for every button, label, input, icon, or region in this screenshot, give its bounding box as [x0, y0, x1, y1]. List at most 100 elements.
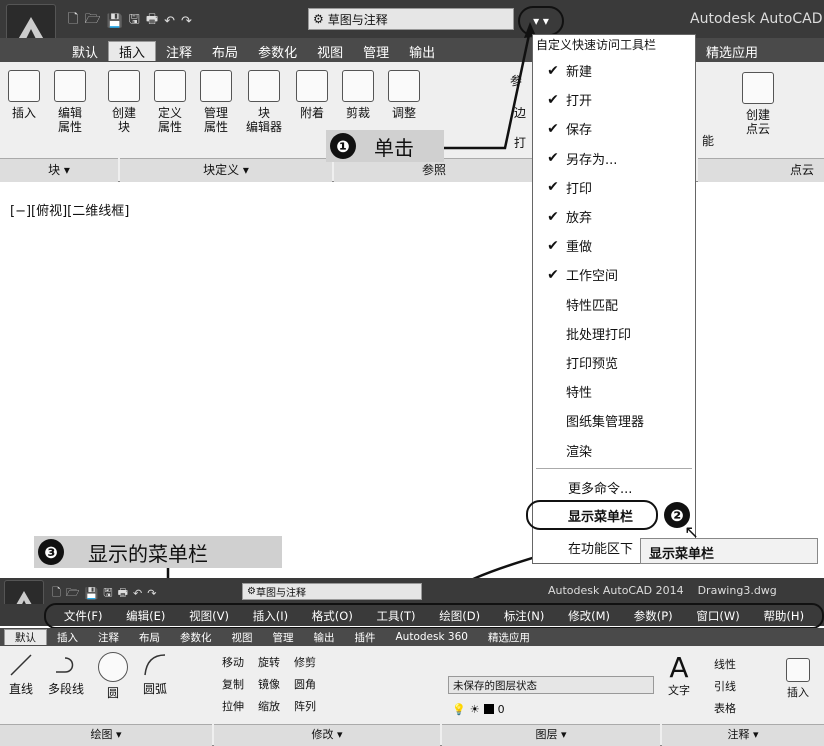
line-tool[interactable]: 直线: [8, 652, 34, 700]
check-icon: ✔: [547, 237, 559, 254]
tooltip: 显示菜单栏: [640, 538, 818, 564]
menu-items: ✔ 新建 ✔ 打开 ✔ 保存 ✔ 另存为... ✔ 打印 ✔ 放弃 ✔ 重做 ✔ 工作空间 特性…: [540, 56, 690, 465]
line-icon: [8, 652, 34, 678]
panel-draw-label[interactable]: 绘图 ▾: [0, 724, 212, 746]
layer-dropdown[interactable]: 💡 ☀ 0: [448, 700, 654, 718]
menu-divider: [536, 468, 692, 469]
bottom-window-title: Autodesk AutoCAD 2014 Drawing3.dwg: [548, 584, 777, 597]
menu-item-undo[interactable]: ✔ 放弃: [540, 202, 690, 231]
menu-item-preview[interactable]: 打印预览: [540, 348, 690, 377]
tab-featured[interactable]: 精选应用: [478, 630, 540, 645]
menu-item-below-ribbon[interactable]: 在功能区下: [568, 538, 633, 557]
array-tool[interactable]: 阵列: [294, 696, 316, 718]
table-tool[interactable]: 表格: [714, 698, 736, 720]
copy-tool[interactable]: 复制: [222, 674, 244, 696]
check-icon: ✔: [547, 62, 559, 79]
panel-modify-label[interactable]: 修改 ▾: [214, 724, 440, 746]
polyline-tool[interactable]: 多段线: [48, 652, 84, 700]
tab-plugins[interactable]: 插件: [345, 630, 386, 645]
menu-item-print[interactable]: ✔ 打印: [540, 173, 690, 202]
callout-three-text: 显示的菜单栏: [88, 541, 208, 566]
open-icon[interactable]: 🗁: [66, 584, 80, 603]
polyline-icon: [53, 652, 79, 678]
menu-format[interactable]: 格式(O): [312, 608, 353, 624]
menu-view[interactable]: 视图(V): [189, 608, 229, 624]
move-tool[interactable]: 移动: [222, 652, 244, 674]
tab-output[interactable]: 输出: [304, 630, 345, 645]
tab-insert[interactable]: 插入: [47, 630, 88, 645]
menu-insert[interactable]: 插入(I): [253, 608, 288, 624]
check-icon: ✔: [547, 91, 559, 108]
bottom-insert-tool[interactable]: 插入: [786, 658, 810, 700]
tab-annotate[interactable]: 注释: [88, 630, 129, 645]
menu-item-show-menubar[interactable]: 显示菜单栏: [526, 500, 658, 530]
callout-three-number: ❸: [38, 539, 64, 565]
menu-item-saveas[interactable]: ✔ 另存为...: [540, 144, 690, 173]
arc-tool[interactable]: 圆弧: [142, 652, 168, 700]
rotate-tool[interactable]: 旋转: [258, 652, 280, 674]
text-tool[interactable]: A 文字: [668, 652, 690, 698]
gear-icon: ⚙: [247, 586, 256, 597]
menu-item-open[interactable]: ✔ 打开: [540, 85, 690, 114]
menu-file[interactable]: 文件(F): [64, 608, 103, 624]
menu-edit[interactable]: 编辑(E): [126, 608, 165, 624]
tab-view[interactable]: 视图: [222, 630, 263, 645]
menu-item-matchprop[interactable]: 特性匹配: [540, 290, 690, 319]
panel-annotation-label[interactable]: 注释 ▾: [662, 724, 824, 746]
tab-a360[interactable]: Autodesk 360: [386, 631, 478, 643]
menu-title: 自定义快速访问工具栏: [536, 38, 657, 52]
menu-modify[interactable]: 修改(M): [568, 608, 610, 624]
tab-manage[interactable]: 管理: [263, 630, 304, 645]
annotation-tools: 线性 引线 表格: [714, 654, 736, 720]
menu-item-batchplot[interactable]: 批处理打印: [540, 319, 690, 348]
undo-icon[interactable]: ↶: [133, 587, 142, 600]
leader-tool[interactable]: 引线: [714, 676, 736, 698]
tab-parametric[interactable]: 参数化: [170, 630, 222, 645]
tab-layout[interactable]: 布局: [129, 630, 170, 645]
color-swatch: [483, 704, 494, 714]
fillet-tool[interactable]: 圆角: [294, 674, 316, 696]
menu-item-save[interactable]: ✔ 保存: [540, 114, 690, 143]
arc-icon: [142, 652, 168, 678]
menu-bar: 文件(F) 编辑(E) 视图(V) 插入(I) 格式(O) 工具(T) 绘图(D…: [44, 603, 824, 629]
menu-window[interactable]: 窗口(W): [696, 608, 739, 624]
text-icon: A: [669, 651, 689, 684]
menu-item-more[interactable]: 更多命令...: [568, 478, 632, 497]
draw-tools: 直线 多段线 圆 圆弧: [8, 652, 168, 700]
callout-three: ❸ 显示的菜单栏: [34, 536, 282, 568]
menu-tools[interactable]: 工具(T): [377, 608, 416, 624]
circle-tool[interactable]: 圆: [98, 652, 129, 700]
mirror-tool[interactable]: 镜像: [258, 674, 280, 696]
menu-help[interactable]: 帮助(H): [763, 608, 804, 624]
menu-draw[interactable]: 绘图(D): [439, 608, 480, 624]
menu-parametric[interactable]: 参数(P): [634, 608, 673, 624]
linear-tool[interactable]: 线性: [714, 654, 736, 676]
save-icon[interactable]: 💾: [85, 587, 99, 600]
menu-item-redo[interactable]: ✔ 重做: [540, 231, 690, 260]
menu-dimension[interactable]: 标注(N): [504, 608, 545, 624]
redo-icon[interactable]: ↷: [147, 587, 156, 600]
menu-item-sheetset[interactable]: 图纸集管理器: [540, 406, 690, 435]
check-icon: ✔: [547, 120, 559, 137]
tab-default[interactable]: 默认: [4, 629, 47, 645]
menu-item-render[interactable]: 渲染: [540, 435, 690, 464]
saveas-icon[interactable]: 🖫: [103, 584, 112, 603]
lightbulb-icon: 💡: [452, 702, 466, 716]
bottom-workspace-dropdown[interactable]: ⚙ 草图与注释: [242, 583, 422, 600]
stretch-tool[interactable]: 拉伸: [222, 696, 244, 718]
new-icon[interactable]: 🗋: [52, 584, 61, 603]
modify-tools: 移动 旋转 修剪 复制 镜像 圆角 拉伸 缩放 阵列: [222, 652, 316, 718]
print-icon[interactable]: 🖶: [118, 584, 128, 603]
bottom-ribbon-tabs: 默认 插入 注释 布局 参数化 视图 管理 输出 插件 Autodesk 360…: [4, 628, 540, 646]
menu-item-properties[interactable]: 特性: [540, 377, 690, 406]
check-icon: ✔: [547, 179, 559, 196]
menu-item-workspace[interactable]: ✔ 工作空间: [540, 260, 690, 289]
panel-layer-label[interactable]: 图层 ▾: [442, 724, 660, 746]
layer-state-dropdown[interactable]: 未保存的图层状态: [448, 676, 654, 694]
scale-tool[interactable]: 缩放: [258, 696, 280, 718]
bottom-qat: 🗋 🗁 💾 🖫 🖶 ↶ ↷: [52, 584, 156, 603]
sun-icon: ☀: [469, 702, 480, 716]
circle-icon: [98, 652, 129, 682]
menu-item-new[interactable]: ✔ 新建: [540, 56, 690, 85]
trim-tool[interactable]: 修剪: [294, 652, 316, 674]
